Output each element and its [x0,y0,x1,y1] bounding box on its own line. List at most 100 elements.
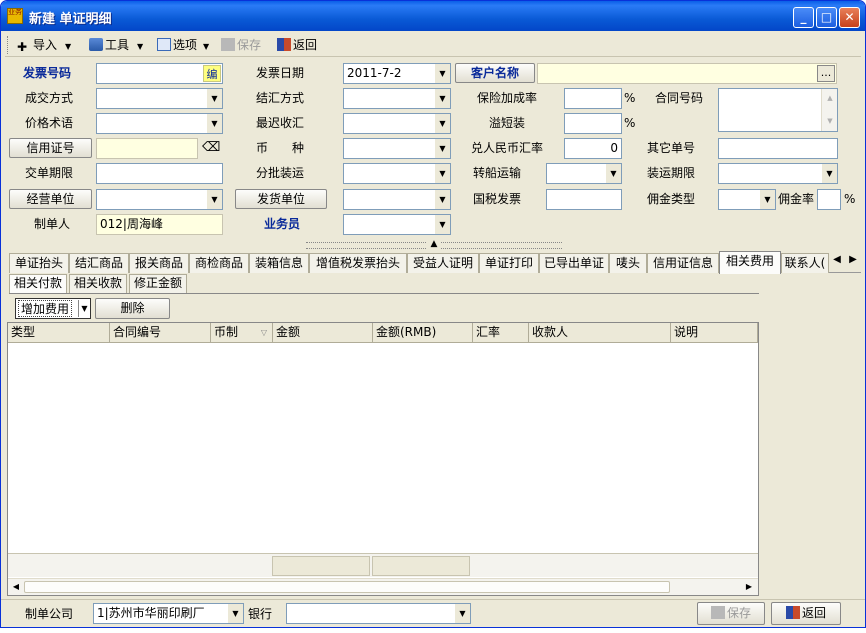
column-header-amount[interactable]: 金额 [273,323,373,343]
back-button[interactable]: 返回 [771,602,841,625]
column-header-currency[interactable]: 币制 ▽ [211,323,273,343]
chevron-down-icon[interactable]: ▼ [434,215,450,234]
chevron-down-icon[interactable]: ▼ [206,190,222,209]
edit-number-button[interactable]: 编 [203,65,221,82]
save-button[interactable]: 保存 [697,602,765,625]
latest-settle-select[interactable]: ▼ [343,113,451,134]
options-button[interactable]: 选项 ▼ [157,36,209,54]
invoice-no-input[interactable]: 编 [96,63,223,84]
contract-no-scrollbar[interactable]: ▲ ▼ [821,89,837,131]
column-header-type[interactable]: 类型 [8,323,110,343]
salesman-select[interactable]: ▼ [343,214,451,235]
tab-scroll-left-icon[interactable]: ◀ [829,251,845,269]
contract-no-textarea[interactable]: ▲ ▼ [718,88,838,132]
minimize-button[interactable]: _ [793,7,814,28]
tab-contacts[interactable]: 联系人( [781,253,829,273]
tab-voucher-print[interactable]: 单证打印 [479,253,539,273]
partial-ship-select[interactable]: ▼ [343,163,451,184]
delivery-term-input[interactable] [96,163,223,184]
tab-packing-info[interactable]: 装箱信息 [249,253,309,273]
chevron-down-icon[interactable]: ▼ [434,64,450,83]
rmb-rate-input[interactable]: 0 [564,138,622,159]
close-button[interactable]: ✕ [839,7,860,28]
subtab-adjust-amount[interactable]: 修正金额 [129,274,187,293]
overshort-input[interactable] [564,113,622,134]
settle-mode-select[interactable]: ▼ [343,88,451,109]
tab-voucher-header[interactable]: 单证抬头 [9,253,69,273]
tab-lc-info[interactable]: 信用证信息 [647,253,719,273]
fees-grid[interactable]: 类型 合同编号 币制 ▽ 金额 金额(RMB) 汇率 收款人 说明 ◀ ▶ [7,322,759,596]
operating-unit-button[interactable]: 经营单位 [9,189,92,209]
title-bar[interactable]: 业务 新建 单证明细 _ □ ✕ [1,1,865,31]
tab-beneficiary-cert[interactable]: 受益人证明 [407,253,479,273]
scrollbar-thumb[interactable] [24,581,670,593]
tools-button[interactable]: 工具 ▼ [89,36,143,54]
scroll-right-icon[interactable]: ▶ [742,579,756,595]
add-fee-label[interactable]: 增加费用 [18,300,73,317]
chevron-down-icon[interactable]: ▼ [821,164,837,183]
shipper-unit-select[interactable]: ▼ [343,189,451,210]
column-header-amount-rmb[interactable]: 金额(RMB) [373,323,473,343]
more-options-button[interactable]: ... [817,65,835,82]
chevron-down-icon[interactable]: ▼ [434,89,450,108]
back-toolbar-button[interactable]: 返回 [277,36,317,54]
delete-fee-button[interactable]: 删除 [95,298,170,319]
save-toolbar-button[interactable]: 保存 [221,36,261,54]
tab-inspection-goods[interactable]: 商检商品 [189,253,249,273]
lc-no-button[interactable]: 信用证号 [9,138,92,158]
chevron-down-icon[interactable]: ▼ [227,604,243,623]
chevron-down-icon[interactable]: ▼ [78,300,90,317]
deal-mode-select[interactable]: ▼ [96,88,223,109]
scroll-up-icon[interactable]: ▲ [824,91,836,105]
currency-select[interactable]: ▼ [343,138,451,159]
scroll-down-icon[interactable]: ▼ [824,114,836,128]
collapse-up-icon[interactable]: ▲ [427,239,441,249]
subtab-related-payments[interactable]: 相关付款 [9,274,67,294]
column-header-contract-no[interactable]: 合同编号 [110,323,211,343]
bank-select[interactable]: ▼ [286,603,471,624]
tab-exported-vouchers[interactable]: 已导出单证 [539,253,609,273]
customer-name-button[interactable]: 客户名称 [455,63,535,83]
column-header-remark[interactable]: 说明 [671,323,758,343]
eraser-icon[interactable]: ⌫ [202,140,220,156]
chevron-down-icon[interactable]: ▼ [434,114,450,133]
filter-icon[interactable]: ▽ [261,323,267,342]
add-fee-split-button[interactable]: 增加费用 ▼ [15,298,91,319]
tax-invoice-input[interactable] [546,189,622,210]
tab-related-fees[interactable]: 相关费用 [719,251,781,274]
transship-select[interactable]: ▼ [546,163,622,184]
ship-term-select[interactable]: ▼ [718,163,838,184]
chevron-down-icon[interactable]: ▼ [434,164,450,183]
column-header-payee[interactable]: 收款人 [529,323,671,343]
company-select[interactable]: 1|苏州市华丽印刷厂 ▼ [93,603,244,624]
price-terms-select[interactable]: ▼ [96,113,223,134]
chevron-down-icon[interactable]: ▼ [206,89,222,108]
other-no-input[interactable] [718,138,838,159]
chevron-down-icon[interactable]: ▼ [759,190,775,209]
commission-type-select[interactable]: ▼ [718,189,776,210]
lc-no-input[interactable] [96,138,198,159]
maker-input[interactable]: 012|周海峰 [96,214,223,235]
scroll-left-icon[interactable]: ◀ [9,579,23,595]
chevron-down-icon[interactable]: ▼ [454,604,470,623]
tab-customs-goods[interactable]: 报关商品 [129,253,189,273]
customer-name-input[interactable]: ... [537,63,837,84]
chevron-down-icon[interactable]: ▼ [434,139,450,158]
maximize-button[interactable]: □ [816,7,837,28]
tab-vat-invoice-header[interactable]: 增值税发票抬头 [309,253,407,273]
tab-settle-goods[interactable]: 结汇商品 [69,253,129,273]
tab-shipping-marks[interactable]: 唛头 [609,253,647,273]
subtab-related-receipts[interactable]: 相关收款 [69,274,127,293]
grid-horizontal-scrollbar[interactable]: ◀ ▶ [8,578,758,595]
chevron-down-icon[interactable]: ▼ [206,114,222,133]
column-header-exchange-rate[interactable]: 汇率 [473,323,529,343]
shipper-unit-button[interactable]: 发货单位 [235,189,327,209]
import-button[interactable]: ✚ 导入 ▼ [17,36,71,54]
tab-scroll-right-icon[interactable]: ▶ [845,251,861,269]
invoice-date-picker[interactable]: 2011-7-2 ▼ [343,63,451,84]
operating-unit-select[interactable]: ▼ [96,189,223,210]
commission-rate-input[interactable] [817,189,841,210]
insurance-rate-input[interactable] [564,88,622,109]
chevron-down-icon[interactable]: ▼ [434,190,450,209]
chevron-down-icon[interactable]: ▼ [605,164,621,183]
